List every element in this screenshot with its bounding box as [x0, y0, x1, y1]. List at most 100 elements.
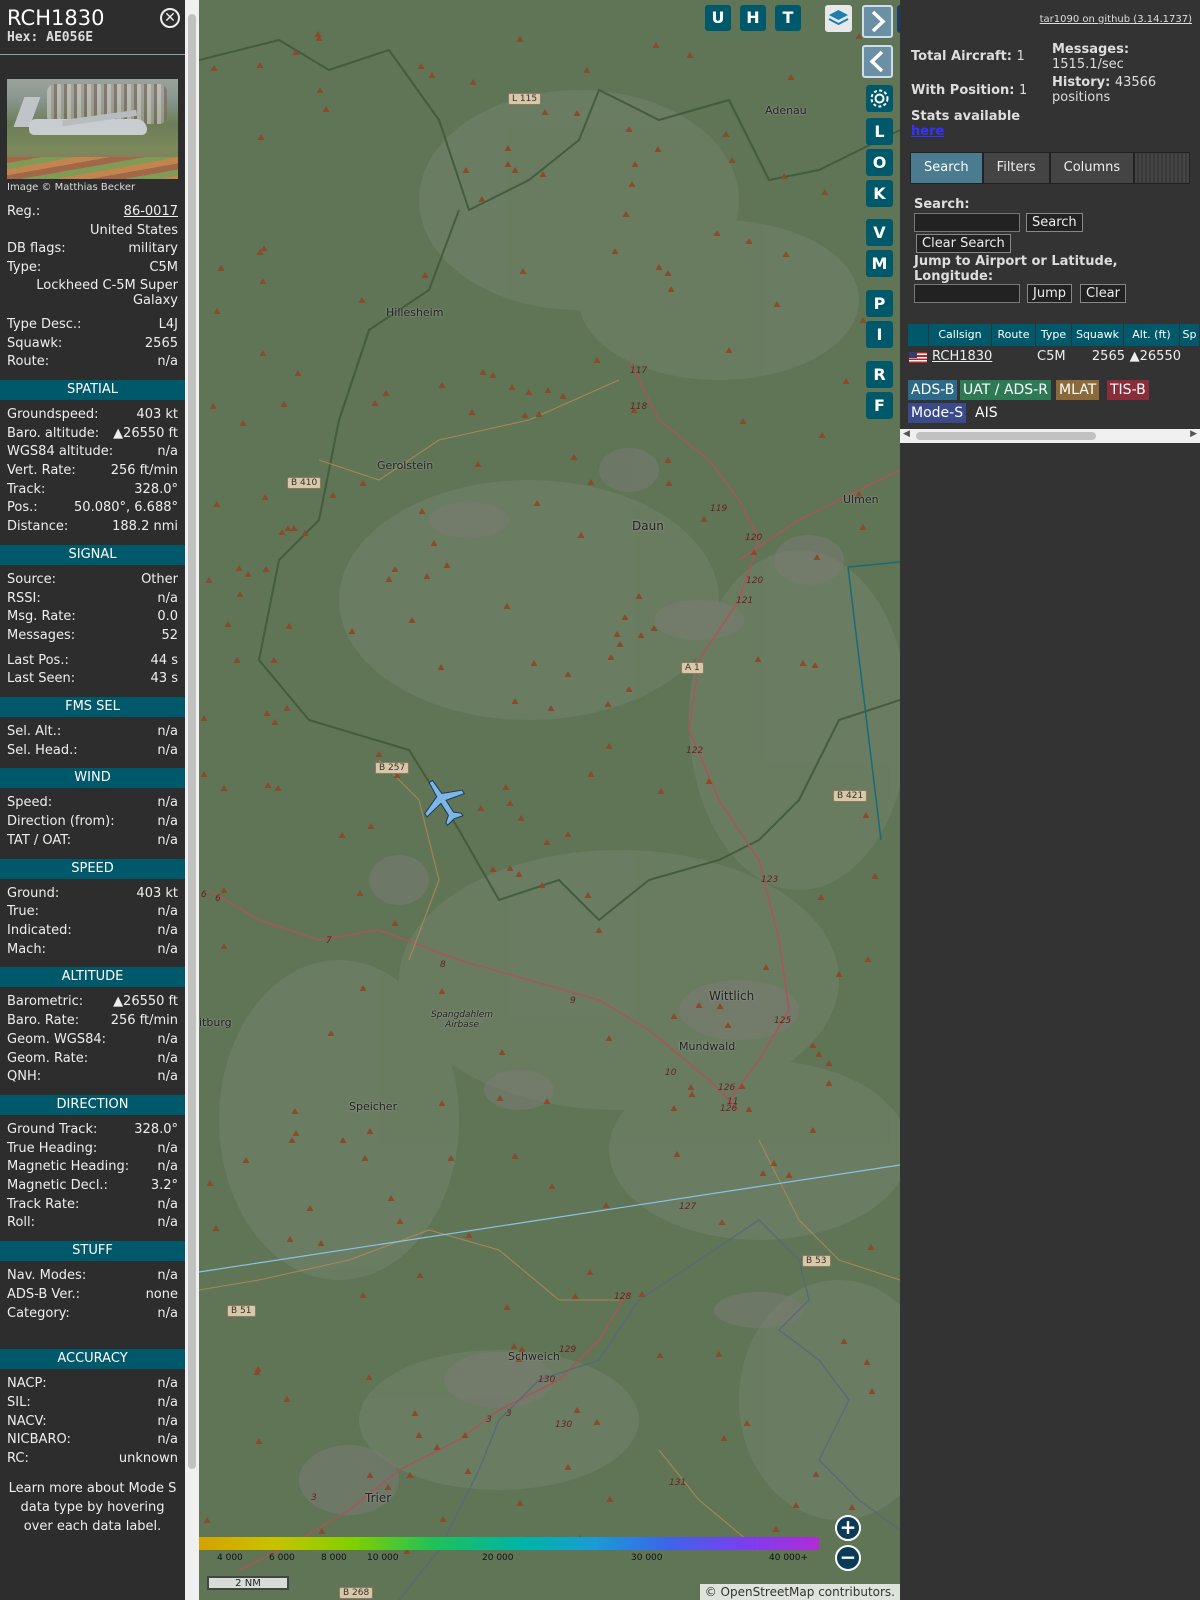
clear-search-button[interactable]: Clear Search — [916, 234, 1011, 253]
field-value: n/a — [157, 814, 178, 830]
col-flag[interactable] — [908, 324, 929, 346]
aircraft-marker-icon[interactable] — [419, 776, 467, 826]
info-row: Ground: 403 kt — [0, 885, 185, 904]
info-row: Msg. Rate: 0.0 — [0, 608, 185, 627]
field-label: Messages: — [7, 627, 76, 643]
source-badge-ais[interactable]: AIS — [972, 403, 1001, 423]
altitude-tick-label: 8 000 — [321, 1553, 347, 1563]
map-button-f[interactable]: F — [866, 392, 893, 419]
row-callsign[interactable]: RCH1830 — [930, 348, 993, 366]
github-link[interactable]: tar1090 on github (3.14.1737) — [1040, 14, 1192, 25]
field-value: n/a — [157, 1305, 178, 1321]
field-label: Groundspeed: — [7, 406, 99, 422]
info-row: Mach: n/a — [0, 941, 185, 960]
search-input[interactable] — [914, 213, 1020, 232]
map-button-l[interactable]: L — [866, 118, 893, 145]
map-button-h[interactable]: H — [740, 5, 766, 31]
col-altitude[interactable]: Alt. (ft) — [1124, 324, 1180, 346]
info-row: Magnetic Heading: n/a — [0, 1158, 185, 1177]
settings-gear-icon[interactable] — [866, 85, 893, 112]
info-row: Sel. Alt.: n/a — [0, 723, 185, 742]
field-value[interactable]: 86-0017 — [124, 203, 178, 222]
place-label: Mundwald — [679, 1040, 736, 1053]
search-button[interactable]: Search — [1026, 213, 1083, 232]
map-button-v[interactable]: V — [866, 219, 893, 246]
field-value: n/a — [157, 1413, 178, 1429]
source-badge-mode-s[interactable]: Mode-S — [908, 403, 967, 423]
row-squawk: 2565 — [1091, 349, 1125, 364]
col-speed[interactable]: Sp — [1180, 324, 1200, 346]
col-squawk[interactable]: Squawk — [1072, 324, 1124, 346]
col-route[interactable]: Route — [992, 324, 1036, 346]
road-exit-label: 3 — [486, 1415, 492, 1425]
section-header-spatial[interactable]: SPATIAL — [0, 379, 185, 400]
field-value: n/a — [157, 1432, 178, 1448]
info-panel-scrollbar[interactable] — [185, 0, 199, 1600]
layers-icon[interactable] — [825, 5, 852, 32]
tab-search[interactable]: Search — [910, 152, 983, 184]
expand-sidebar-icon[interactable] — [862, 5, 893, 38]
info-row: Speed: n/a — [0, 794, 185, 813]
col-type[interactable]: Type — [1036, 324, 1072, 346]
section-header-direction[interactable]: DIRECTION — [0, 1094, 185, 1115]
field-value: 403 kt — [136, 885, 178, 901]
table-horizontal-scrollbar[interactable]: ◀ ▶ — [900, 429, 1200, 443]
close-icon[interactable]: ✕ — [160, 8, 180, 28]
source-badge-ads-b[interactable]: ADS-B — [908, 380, 958, 400]
info-row: Geom. Rate: n/a — [0, 1050, 185, 1069]
tab-filters[interactable]: Filters — [982, 152, 1050, 184]
place-label: Ulmen — [843, 493, 879, 506]
info-row: Track Rate: n/a — [0, 1196, 185, 1215]
road-exit-label: 7 — [326, 936, 332, 946]
map-button-o[interactable]: O — [866, 149, 893, 176]
source-badge-tis-b[interactable]: TIS-B — [1107, 380, 1149, 400]
map-button-p[interactable]: P — [866, 290, 893, 317]
section-header-accuracy[interactable]: ACCURACY — [0, 1349, 185, 1370]
source-badge-mlat[interactable]: MLAT — [1056, 380, 1100, 400]
road-exit-label: 125 — [774, 1016, 792, 1026]
info-row: Barometric: ▲26550 ft — [0, 993, 185, 1012]
tab-columns[interactable]: Columns — [1049, 152, 1135, 184]
map-button-m[interactable]: M — [866, 250, 893, 277]
field-value: 188.2 nmi — [112, 519, 178, 535]
map-button-r[interactable]: R — [866, 361, 893, 388]
section-header-wind[interactable]: WIND — [0, 768, 185, 789]
stats-here-link[interactable]: here — [911, 124, 944, 139]
map-button-t[interactable]: T — [775, 5, 801, 31]
section-header-signal[interactable]: SIGNAL — [0, 544, 185, 565]
field-value: L4J — [158, 316, 178, 332]
section-header-fms-sel[interactable]: FMS SEL — [0, 697, 185, 718]
field-label: Ground: — [7, 885, 60, 901]
zoom-out-button[interactable]: − — [835, 1545, 861, 1571]
hex-value: AE056E — [46, 30, 94, 45]
jump-button[interactable]: Jump — [1027, 284, 1072, 303]
section-header-stuff[interactable]: STUFF — [0, 1241, 185, 1262]
clear-button[interactable]: Clear — [1080, 284, 1126, 303]
section-header-altitude[interactable]: ALTITUDE — [0, 967, 185, 988]
field-label: Squawk: — [7, 335, 63, 351]
section-header-speed[interactable]: SPEED — [0, 858, 185, 879]
field-label: ADS-B Ver.: — [7, 1286, 80, 1302]
altitude-color-legend — [199, 1537, 819, 1550]
field-value: n/a — [157, 1268, 178, 1284]
field-value: 256 ft/min — [110, 1013, 178, 1029]
info-row: Roll: n/a — [0, 1214, 185, 1233]
zoom-in-button[interactable]: + — [835, 1515, 861, 1541]
map[interactable]: Adenau Hillesheim Gerolstein Daun Ulmen Wittl… — [199, 0, 900, 1600]
map-button-i[interactable]: I — [866, 321, 893, 348]
table-row[interactable]: RCH1830 C5M 2565 ▲26550 — [908, 348, 1181, 366]
place-label: Wittlich — [709, 989, 755, 1003]
field-label: Track: — [7, 481, 46, 497]
info-row: ADS-B Ver.: none — [0, 1286, 185, 1305]
map-button-u[interactable]: U — [705, 5, 731, 31]
field-label: Roll: — [7, 1215, 36, 1231]
aircraft-photo[interactable] — [7, 79, 178, 179]
jump-input[interactable] — [914, 284, 1020, 303]
osm-link[interactable]: OpenStreetMap — [721, 1585, 815, 1599]
map-button-k[interactable]: K — [866, 180, 893, 207]
photo-credit: Image © Matthias Becker — [7, 182, 136, 193]
field-value: 52 — [161, 627, 178, 643]
col-callsign[interactable]: Callsign — [929, 324, 992, 346]
source-badge-uat-ads-r[interactable]: UAT / ADS-R — [960, 380, 1051, 400]
collapse-sidebar-icon[interactable] — [862, 45, 893, 78]
